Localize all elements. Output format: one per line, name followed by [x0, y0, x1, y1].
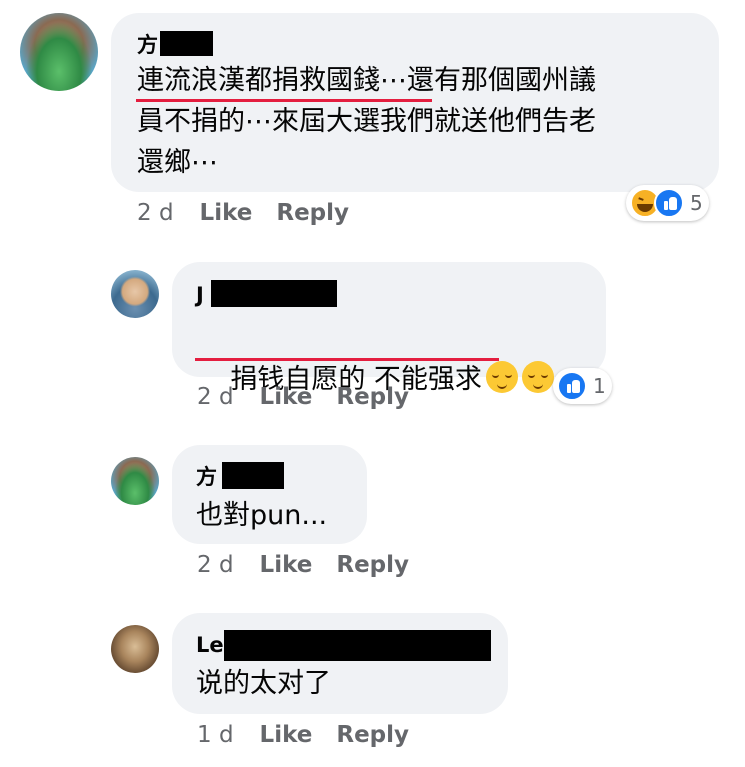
relieved-face-emoji-icon: [485, 361, 518, 393]
relieved-face-emoji-icon: [521, 361, 554, 393]
like-button[interactable]: Like: [200, 200, 253, 226]
like-reaction-icon: [654, 188, 684, 218]
like-button[interactable]: Like: [260, 552, 313, 578]
author-name[interactable]: 方: [137, 33, 158, 57]
reaction-count: 5: [690, 191, 703, 215]
comment-text-line-3: 還鄉⋯: [137, 147, 218, 178]
comment-actions: 1 d Like Reply: [197, 722, 433, 748]
author-name[interactable]: 方: [196, 465, 217, 489]
like-button[interactable]: Like: [260, 384, 313, 410]
like-button[interactable]: Like: [260, 722, 313, 748]
author-name[interactable]: Le: [196, 633, 224, 657]
reply-button[interactable]: Reply: [336, 552, 409, 578]
avatar[interactable]: [20, 13, 98, 91]
comment-text: 捐钱自愿的 不能强求: [196, 320, 554, 440]
redaction-bar: [224, 630, 491, 661]
redaction-bar: [160, 31, 213, 56]
timestamp[interactable]: 2 d: [197, 552, 234, 578]
author-name[interactable]: J: [196, 283, 204, 307]
timestamp[interactable]: 1 d: [197, 722, 234, 748]
reaction-count: 1: [593, 374, 606, 398]
comment-actions: 2 d Like Reply: [197, 552, 433, 578]
timestamp[interactable]: 2 d: [137, 200, 174, 226]
avatar[interactable]: [111, 270, 159, 318]
comment-text: 说的太对了: [196, 668, 331, 699]
reaction-summary[interactable]: 1: [553, 368, 612, 404]
comment-actions: 2 d Like Reply: [137, 200, 373, 226]
comment-text-line-2: 員不捐的⋯來屆大選我們就送他們告老: [137, 106, 596, 137]
red-underline: [195, 358, 499, 361]
timestamp[interactable]: 2 d: [197, 384, 234, 410]
redaction-bar: [211, 280, 337, 307]
avatar[interactable]: [111, 457, 159, 505]
reply-button[interactable]: Reply: [336, 722, 409, 748]
reply-button[interactable]: Reply: [336, 384, 409, 410]
avatar[interactable]: [111, 625, 159, 673]
comment-text: 也對pun...: [196, 500, 328, 531]
like-reaction-icon: [557, 371, 587, 401]
comment-text-line-1: 連流浪漢都捐救國錢⋯還有那個國州議: [137, 65, 596, 96]
reaction-summary[interactable]: 5: [626, 185, 709, 221]
reply-button[interactable]: Reply: [276, 200, 349, 226]
redaction-bar: [222, 462, 284, 489]
comment-actions: 2 d Like Reply: [197, 384, 433, 410]
